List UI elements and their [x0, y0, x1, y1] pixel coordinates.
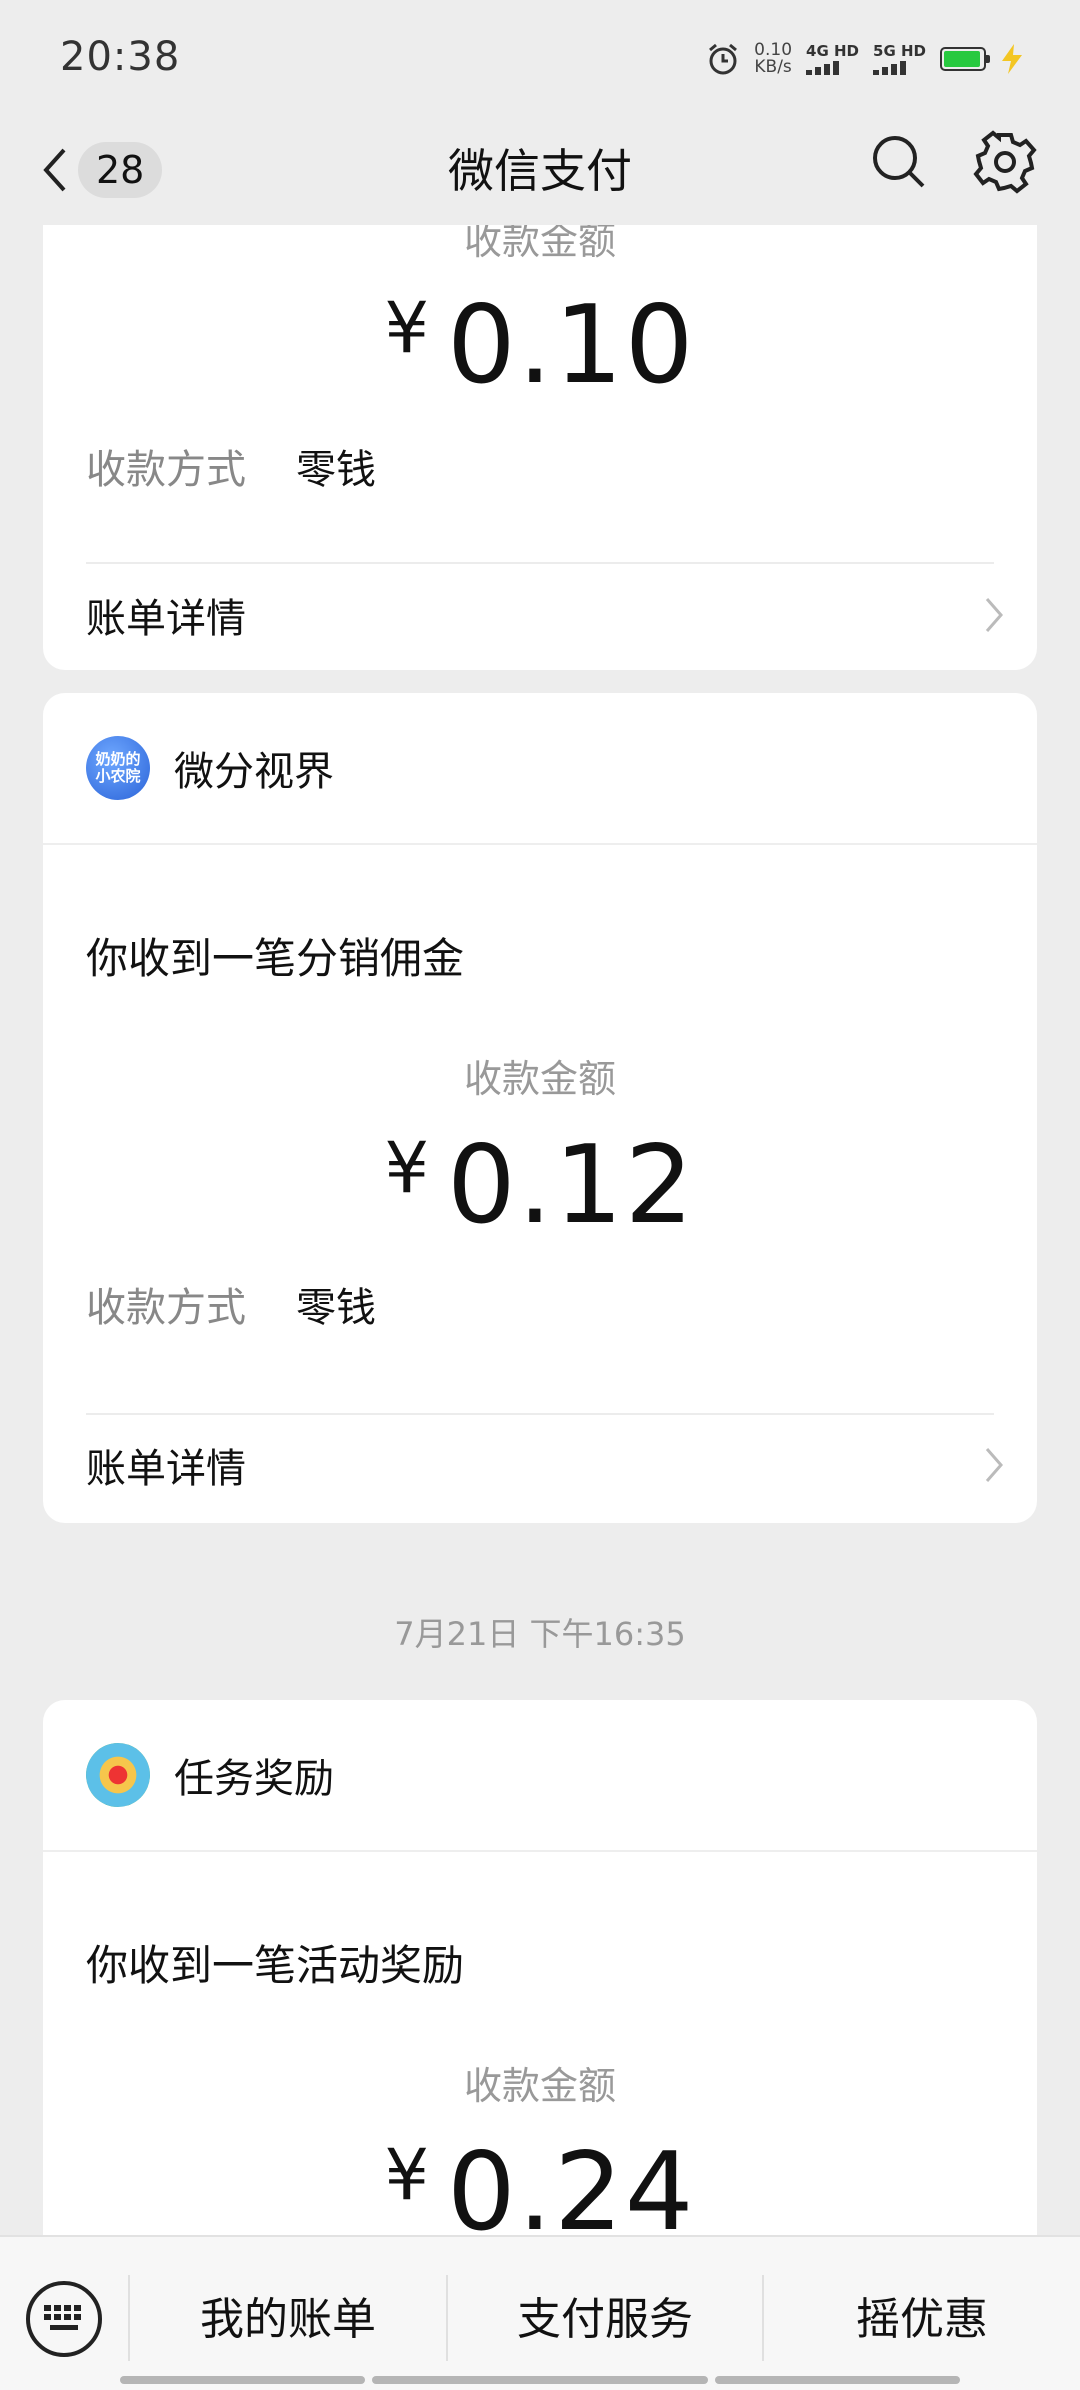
charging-bolt-icon: [1002, 44, 1022, 74]
chevron-right-icon: [985, 1448, 1003, 1482]
amount-value: ¥0.10: [43, 283, 1037, 408]
payment-method-value: 零钱: [296, 1285, 376, 1331]
gesture-bar: [372, 2376, 708, 2384]
signal-bars-icon: [873, 59, 907, 75]
currency-symbol: ¥: [384, 2134, 430, 2216]
amount-label: 收款金额: [463, 2064, 616, 2108]
gesture-bar: [715, 2376, 960, 2384]
bill-detail-label: 账单详情: [86, 1446, 246, 1492]
card-header[interactable]: 奶奶的小农院 微分视界: [43, 693, 1037, 845]
card-header[interactable]: 任务奖励: [43, 1700, 1037, 1852]
menu-payment-services[interactable]: 支付服务: [448, 2261, 762, 2369]
nav-bar: 28 微信支付: [0, 115, 1080, 225]
signal-sim2-label: 5G HD: [873, 42, 926, 60]
payment-method-row: 收款方式 零钱: [86, 1275, 376, 1333]
gear-icon[interactable]: [972, 129, 1038, 195]
signal-sim2: 5G HD: [873, 43, 926, 75]
payment-method-value: 零钱: [296, 447, 376, 493]
gesture-bar: [120, 2376, 365, 2384]
signal-sim1: 4G HD: [806, 43, 859, 75]
amount-label: 收款金额: [463, 225, 616, 263]
bottom-menu-bar: 我的账单 支付服务 摇优惠: [0, 2235, 1080, 2390]
payment-card: 收款金额 ¥0.10 收款方式 零钱 账单详情: [43, 225, 1037, 670]
amount-value: ¥0.12: [43, 1123, 1037, 1248]
payment-card: 奶奶的小农院 微分视界 你收到一笔分销佣金 收款金额 ¥0.12 收款方式 零钱 …: [43, 693, 1037, 1523]
bill-detail-link[interactable]: 账单详情: [86, 1415, 1007, 1515]
payment-card: 任务奖励 你收到一笔活动奖励 收款金额 ¥0.24: [43, 1700, 1037, 2235]
status-bar: 20:38 0.10 KB/s 4G HD 5G HD: [0, 0, 1080, 115]
chevron-right-icon: [985, 598, 1003, 632]
status-icons: 0.10 KB/s 4G HD 5G HD: [706, 38, 1024, 80]
avatar-text: 奶奶的小农院: [95, 750, 141, 785]
avatar: [86, 1743, 150, 1807]
amount-label: 收款金额: [463, 1057, 616, 1101]
message-timestamp: 7月21日 下午16:35: [394, 1615, 686, 1653]
status-time: 20:38: [60, 34, 181, 80]
message-description: 你收到一笔分销佣金: [86, 934, 465, 983]
divider: [86, 562, 994, 564]
bill-detail-link[interactable]: 账单详情: [86, 565, 1007, 665]
currency-symbol: ¥: [384, 287, 430, 369]
search-icon[interactable]: [868, 131, 928, 191]
message-description: 你收到一笔活动奖励: [86, 1941, 465, 1990]
payment-method-label: 收款方式: [86, 1285, 246, 1331]
alarm-icon: [709, 43, 738, 75]
keyboard-toggle-button[interactable]: [26, 2281, 102, 2357]
amount-value: ¥0.24: [43, 2130, 1037, 2235]
message-list[interactable]: 收款金额 ¥0.10 收款方式 零钱 账单详情 奶奶的小农院 微分视界 你收到一笔…: [0, 225, 1080, 2235]
amount-number: 0.24: [447, 2130, 696, 2235]
currency-symbol: ¥: [384, 1127, 430, 1209]
signal-sim1-label: 4G HD: [806, 42, 860, 60]
payment-method-label: 收款方式: [86, 447, 246, 493]
signal-bars-icon: [806, 59, 840, 75]
bill-detail-label: 账单详情: [86, 596, 246, 642]
network-speed: 0.10 KB/s: [754, 42, 792, 76]
keyboard-icon: [44, 2305, 81, 2330]
menu-shake-offers[interactable]: 摇优惠: [764, 2261, 1080, 2369]
amount-number: 0.12: [447, 1123, 696, 1248]
menu-my-bills[interactable]: 我的账单: [130, 2261, 446, 2369]
amount-number: 0.10: [447, 283, 696, 408]
network-speed-unit: KB/s: [754, 57, 792, 77]
sender-name: 任务奖励: [174, 1756, 334, 1802]
payment-method-row: 收款方式 零钱: [86, 437, 376, 495]
battery-icon: [940, 47, 990, 71]
avatar: 奶奶的小农院: [86, 736, 150, 800]
sender-name: 微分视界: [174, 749, 334, 795]
